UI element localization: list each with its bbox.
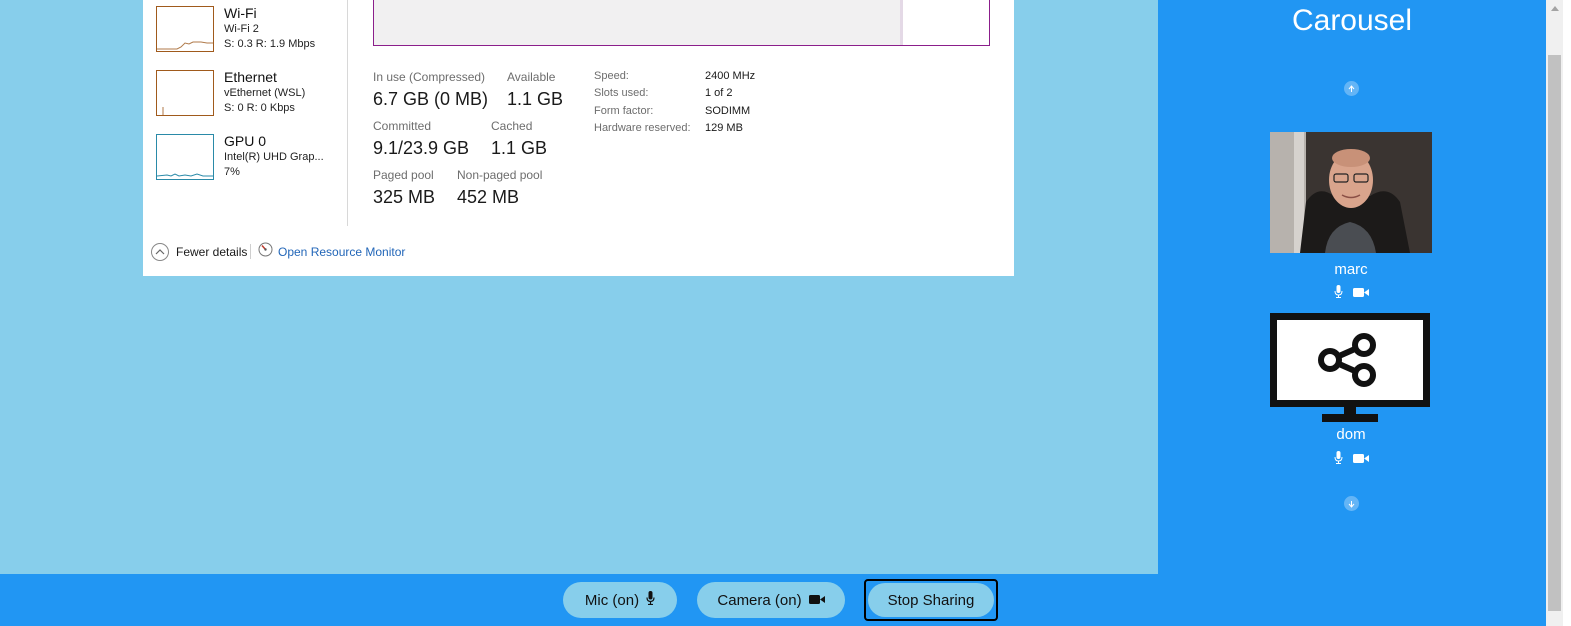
sidebar-item-adapter: Wi-Fi 2 — [224, 23, 259, 35]
arrow-up-icon[interactable] — [1344, 81, 1359, 96]
stop-sharing-button[interactable]: Stop Sharing — [868, 583, 994, 617]
participant-status-icons — [1270, 451, 1432, 469]
slots-used-label: Slots used: — [594, 87, 649, 99]
participant-name: dom — [1336, 426, 1366, 443]
sidebar-item-utilization: 7% — [224, 166, 240, 178]
stop-sharing-focus-ring: Stop Sharing — [864, 579, 998, 621]
microphone-icon — [646, 591, 655, 609]
sidebar-item-adapter: vEthernet (WSL) — [224, 87, 306, 99]
in-use-value: 6.7 GB (0 MB) — [373, 89, 489, 109]
wifi-thumbnail-graph — [156, 6, 214, 52]
sidebar-item-ethernet[interactable]: Ethernet vEthernet (WSL) S: 0 R: 0 Kbps — [156, 69, 346, 120]
sidebar-item-adapter: Intel(R) UHD Grap... — [224, 151, 324, 163]
microphone-icon — [1334, 451, 1343, 469]
vertical-scrollbar[interactable] — [1546, 0, 1563, 626]
sidebar-item-title: Ethernet — [224, 69, 277, 85]
participant-tile-marc[interactable]: marc — [1270, 132, 1432, 302]
open-resource-monitor-link[interactable]: Open Resource Monitor — [258, 242, 406, 262]
committed-label: Committed — [373, 119, 432, 133]
paged-pool-value: 325 MB — [373, 187, 436, 207]
stop-sharing-label: Stop Sharing — [887, 591, 975, 609]
fewer-details-label: Fewer details — [176, 245, 248, 259]
performance-sidebar: Wi-Fi Wi-Fi 2 S: 0.3 R: 1.9 Mbps Etherne… — [143, 0, 348, 226]
non-paged-pool-label: Non-paged pool — [457, 168, 543, 182]
in-use-label: In use (Compressed) — [373, 70, 486, 84]
camera-toggle-button[interactable]: Camera (on) — [697, 582, 845, 618]
mic-button-label: Mic (on) — [584, 591, 640, 609]
sidebar-item-throughput: S: 0 R: 0 Kbps — [224, 102, 295, 114]
sidebar-item-wifi[interactable]: Wi-Fi Wi-Fi 2 S: 0.3 R: 1.9 Mbps — [156, 5, 346, 56]
available-label: Available — [507, 70, 556, 84]
camera-button-label: Camera (on) — [717, 591, 802, 609]
participant-name: marc — [1334, 261, 1368, 278]
participant-video — [1270, 132, 1432, 253]
committed-value: 9.1/23.9 GB — [373, 138, 470, 158]
carousel-panel: Carousel marc dom — [1158, 0, 1546, 626]
task-manager-window: Wi-Fi Wi-Fi 2 S: 0.3 R: 1.9 Mbps Etherne… — [143, 0, 1014, 276]
arrow-down-icon[interactable] — [1344, 496, 1359, 511]
paged-pool-label: Paged pool — [373, 168, 434, 182]
chevron-up-icon — [151, 243, 169, 261]
hardware-reserved-value: 129 MB — [705, 122, 743, 134]
participant-status-icons — [1270, 285, 1432, 303]
speed-value: 2400 MHz — [705, 70, 756, 82]
memory-composition-graph — [373, 0, 990, 46]
sidebar-item-title: Wi-Fi — [224, 5, 257, 21]
microphone-icon — [1334, 285, 1343, 303]
footer-separator — [250, 244, 251, 259]
shared-screen-area: Wi-Fi Wi-Fi 2 S: 0.3 R: 1.9 Mbps Etherne… — [0, 0, 1158, 574]
sidebar-item-gpu[interactable]: GPU 0 Intel(R) UHD Grap... 7% — [156, 133, 346, 184]
form-factor-label: Form factor: — [594, 105, 654, 117]
open-resource-monitor-label: Open Resource Monitor — [278, 245, 406, 259]
mic-toggle-button[interactable]: Mic (on) — [563, 582, 677, 618]
resource-monitor-icon — [258, 242, 273, 262]
slots-used-value: 1 of 2 — [705, 87, 733, 99]
window-edge — [1563, 0, 1571, 626]
cached-value: 1.1 GB — [491, 138, 548, 158]
speed-label: Speed: — [594, 70, 629, 82]
screen-share-icon — [1270, 313, 1430, 423]
call-controls-bar: Mic (on) Camera (on) Stop Sharing — [0, 574, 1546, 626]
form-factor-value: SODIMM — [705, 105, 751, 117]
carousel-title: Carousel — [1291, 4, 1413, 37]
fewer-details-button[interactable]: Fewer details — [151, 243, 247, 261]
scroll-up-arrow-icon[interactable] — [1546, 0, 1563, 17]
gpu-thumbnail-graph — [156, 134, 214, 180]
non-paged-pool-value: 452 MB — [457, 187, 520, 207]
video-camera-icon — [1352, 451, 1369, 469]
ethernet-thumbnail-graph — [156, 70, 214, 116]
available-value: 1.1 GB — [507, 89, 564, 109]
participant-tile-dom[interactable]: dom — [1270, 313, 1432, 468]
video-camera-icon — [1352, 285, 1369, 303]
sidebar-item-title: GPU 0 — [224, 133, 267, 149]
cached-label: Cached — [491, 119, 533, 133]
graph-free-region — [903, 0, 989, 45]
video-camera-icon — [808, 592, 825, 609]
hardware-reserved-label: Hardware reserved: — [594, 122, 691, 134]
scrollbar-thumb[interactable] — [1548, 55, 1561, 611]
sidebar-item-throughput: S: 0.3 R: 1.9 Mbps — [224, 38, 316, 50]
